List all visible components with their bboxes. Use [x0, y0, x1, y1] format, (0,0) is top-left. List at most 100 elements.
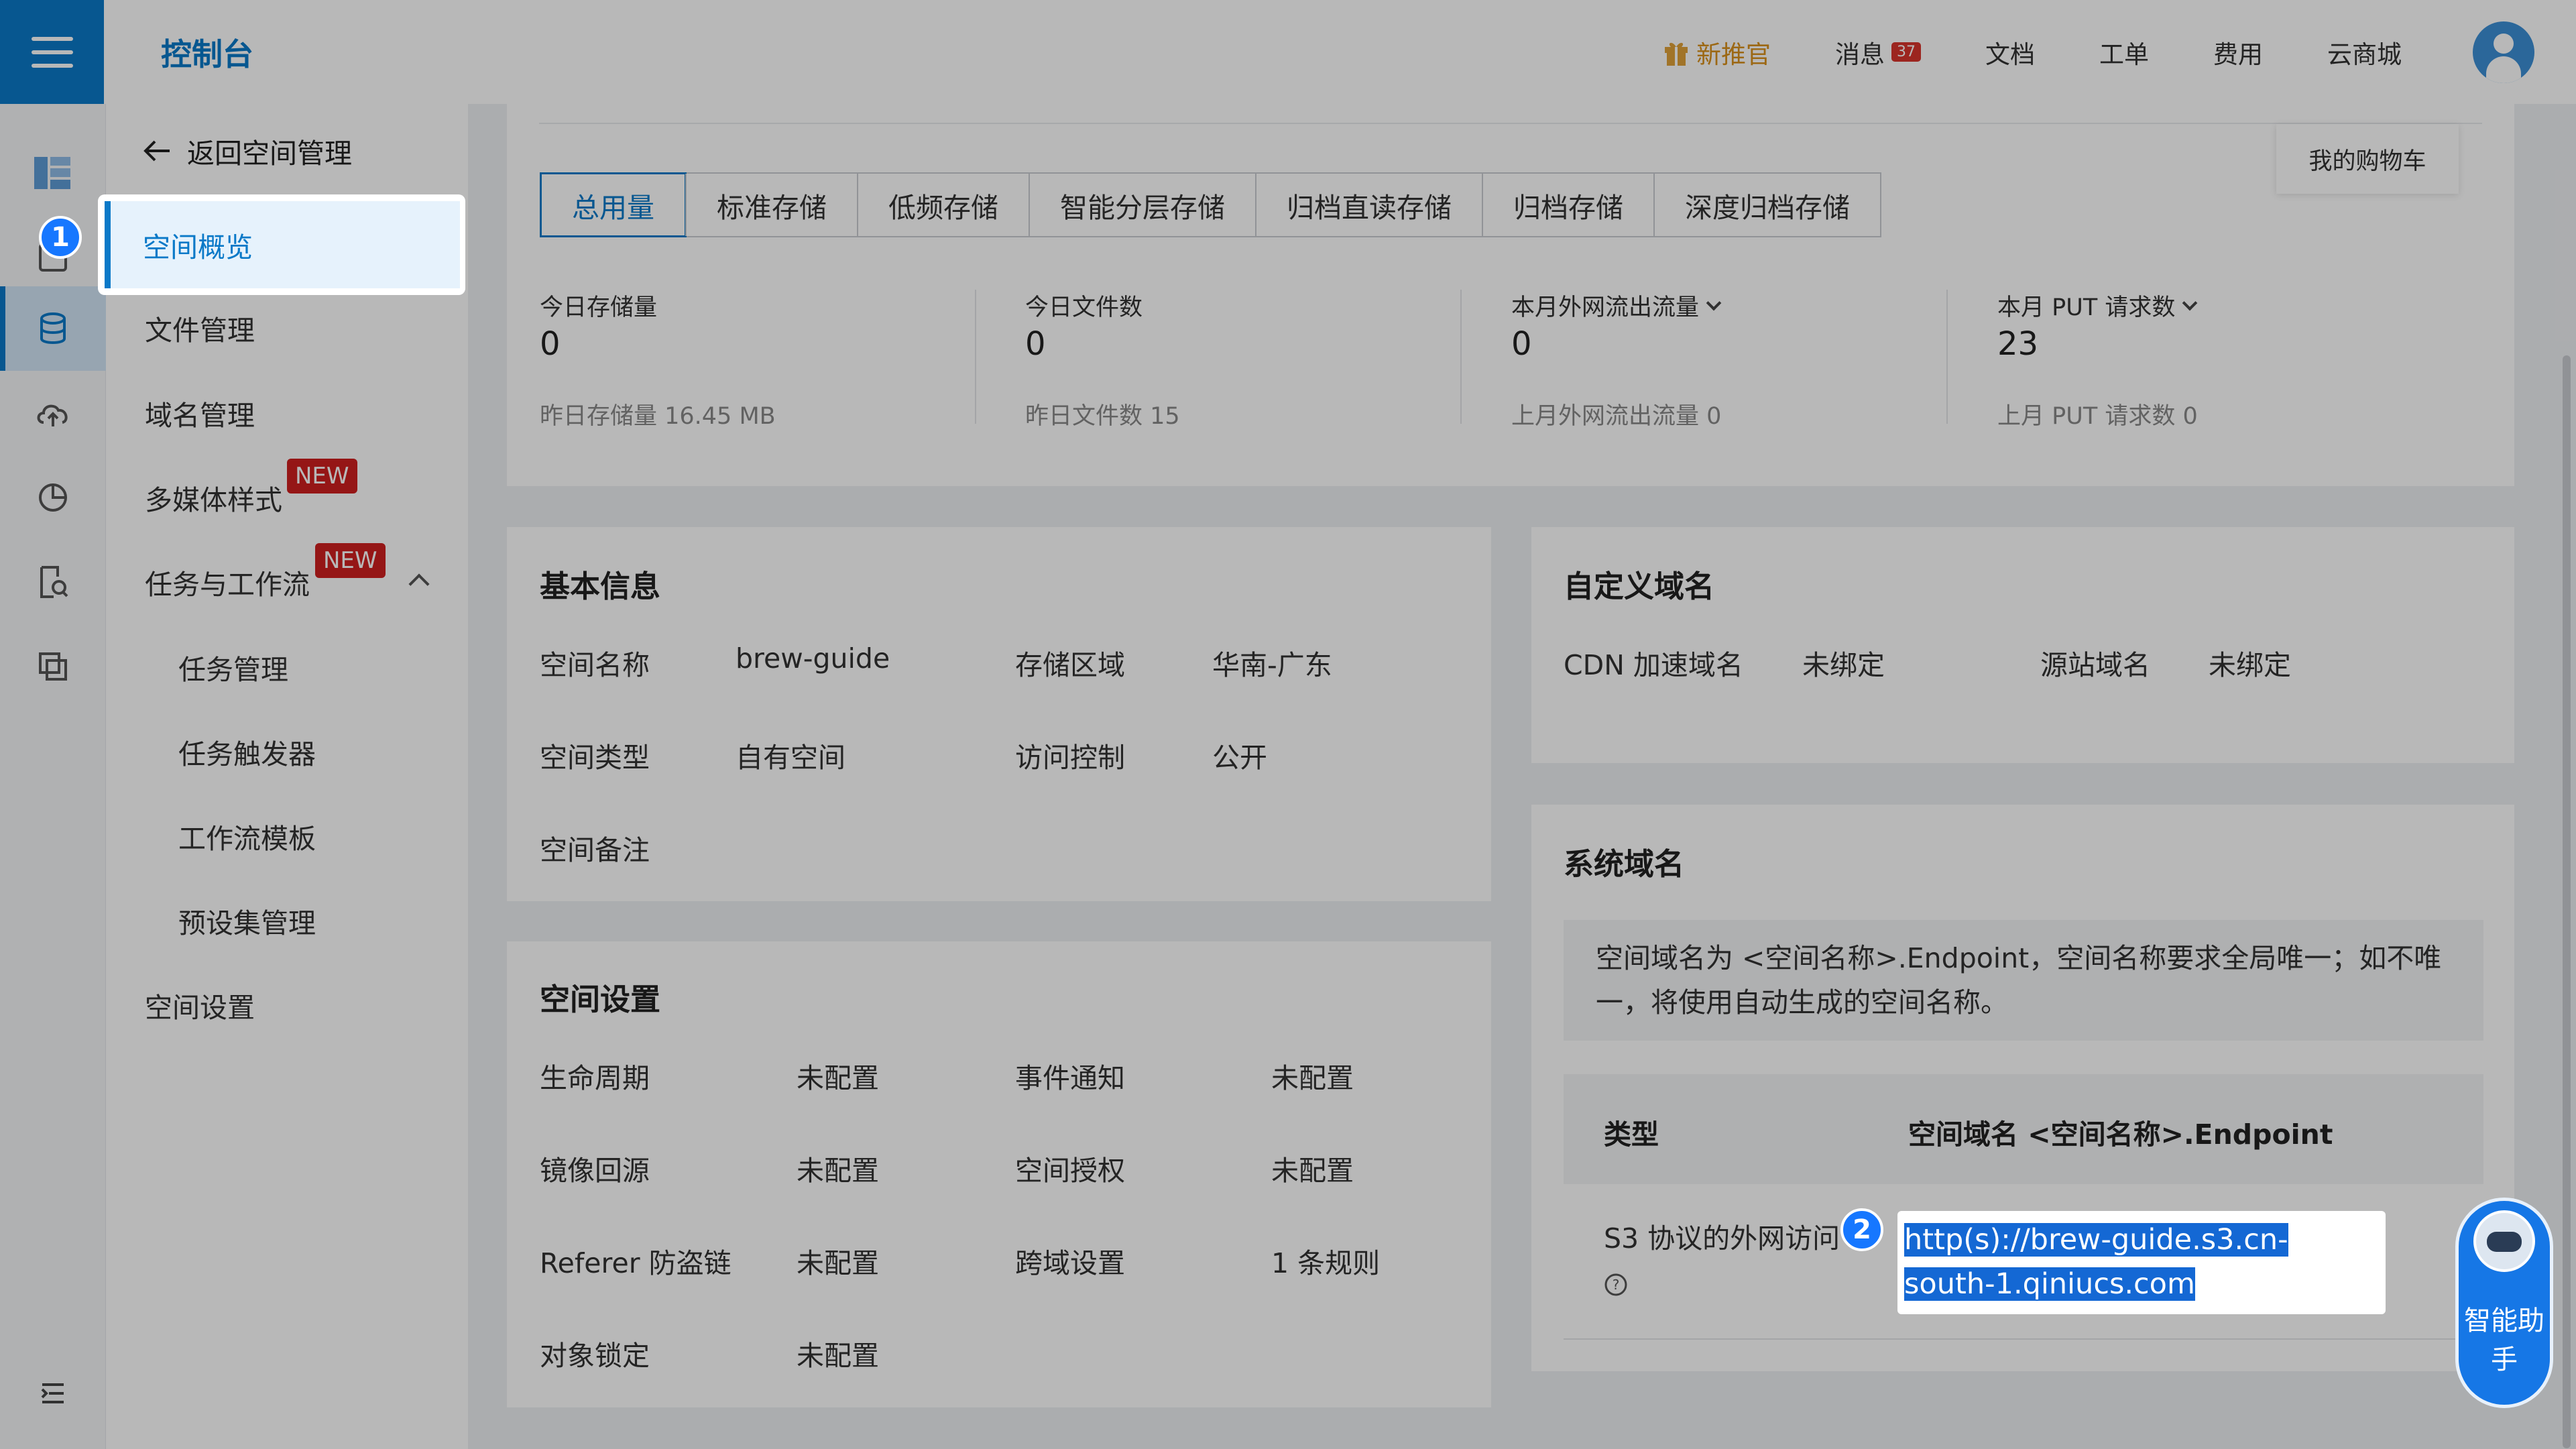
rail-cdn[interactable]: [0, 371, 106, 455]
cors-value[interactable]: 1 条规则: [1271, 1240, 1380, 1281]
bucket-type: 自有空间: [736, 742, 845, 774]
nav-promo-label: 新推官: [1696, 40, 1771, 69]
back-to-buckets[interactable]: 返回空间管理: [143, 131, 352, 171]
sidebar-item-overview[interactable]: 空间概览: [98, 194, 465, 295]
mirror-value[interactable]: 未配置: [797, 1148, 879, 1188]
divider: [1564, 1338, 2483, 1340]
vertical-scrollbar[interactable]: [2563, 355, 2571, 1448]
chevron-up-icon: [408, 573, 430, 595]
new-tag: NEW: [315, 543, 386, 578]
rail-files[interactable]: [0, 540, 106, 624]
field-label: 源站域名: [2040, 649, 2150, 681]
stat-value: 0: [1025, 325, 1046, 363]
dashboard-icon: [34, 157, 70, 189]
field-label: 生命周期: [540, 1062, 650, 1094]
sidebar-item-domains[interactable]: 域名管理: [106, 378, 468, 448]
tab-archive[interactable]: 归档存储: [1482, 174, 1653, 236]
back-label: 返回空间管理: [187, 137, 352, 170]
sidebar-item-files[interactable]: 文件管理: [106, 293, 468, 363]
nav-mall[interactable]: 云商城: [2327, 34, 2402, 70]
stat-sub: 上月外网流出流量 0: [1511, 403, 1722, 430]
stat-value: 0: [1511, 325, 1532, 363]
cdn-domain-value: 未绑定: [1802, 649, 1885, 681]
rail-stats[interactable]: [0, 455, 106, 540]
lock-value[interactable]: 未配置: [797, 1333, 879, 1373]
sidebar-item-task-manage[interactable]: 任务管理: [106, 632, 468, 702]
stat-label-dropdown[interactable]: 本月 PUT 请求数: [1997, 288, 2198, 323]
chevron-down-icon: [1706, 295, 1722, 310]
stat-label-dropdown[interactable]: 本月外网流出流量: [1511, 288, 1722, 323]
svg-text:?: ?: [1613, 1277, 1620, 1293]
stat-value: 0: [540, 325, 561, 363]
sidebar-item-bucket-settings[interactable]: 空间设置: [106, 970, 468, 1040]
rail-collapse[interactable]: [0, 1351, 106, 1436]
gift-icon: [1665, 42, 1688, 66]
rail-dashboard[interactable]: [0, 131, 106, 215]
usage-card: [507, 104, 2514, 486]
console-title[interactable]: 控制台: [161, 30, 253, 74]
sidebar-item-workflow-templates[interactable]: 工作流模板: [106, 801, 468, 871]
event-value[interactable]: 未配置: [1271, 1055, 1354, 1096]
nav-promo[interactable]: 新推官: [1663, 34, 1771, 70]
space-settings-card: 空间设置 生命周期 未配置 事件通知 未配置 镜像回源 未配置 空间授权 未配置…: [507, 941, 1491, 1407]
tab-standard[interactable]: 标准存储: [685, 174, 857, 236]
auth-value[interactable]: 未配置: [1271, 1148, 1354, 1188]
field-label: 事件通知: [1015, 1062, 1125, 1094]
basic-info-card: 基本信息 空间名称 brew-guide 存储区域 华南-广东 空间类型 自有空…: [507, 527, 1491, 901]
top-nav: 新推官 消息 37 文档 工单 费用 云商城: [1663, 0, 2402, 104]
highlighted-domain[interactable]: http(s)://brew-guide.s3.cn-south-1.qiniu…: [1897, 1211, 2386, 1314]
stat-sub: 昨日存储量 16.45 MB: [540, 403, 776, 430]
user-avatar[interactable]: [2473, 21, 2534, 83]
rail-storage[interactable]: [0, 286, 106, 371]
stat-value: 23: [1997, 325, 2039, 363]
s3-domain-url-text: http(s)://brew-guide.s3.cn-south-1.qiniu…: [1904, 1223, 2288, 1301]
sidebar-item-media-styles[interactable]: 多媒体样式 NEW: [106, 459, 468, 532]
divider: [1946, 290, 1948, 424]
nav-docs[interactable]: 文档: [1985, 34, 2035, 70]
smart-assistant-button[interactable]: 智能助手: [2455, 1198, 2553, 1408]
tab-total[interactable]: 总用量: [540, 172, 687, 237]
tab-infrequent[interactable]: 低频存储: [857, 174, 1029, 236]
sidebar-item-tasks-workflows[interactable]: 任务与工作流 NEW: [106, 543, 468, 617]
assistant-label: 智能助手: [2464, 1306, 2544, 1375]
sidebar-item-media-styles-label: 多媒体样式: [145, 484, 282, 516]
arrow-left-icon: [143, 140, 170, 162]
field-label: 空间备注: [540, 834, 650, 866]
sidebar-item-presets[interactable]: 预设集管理: [106, 886, 468, 955]
custom-domain-card: 自定义域名 CDN 加速域名 未绑定 源站域名 未绑定: [1531, 527, 2514, 763]
card-title: 自定义域名: [1564, 569, 1715, 604]
domain-table-header: 类型 空间域名 <空间名称>.Endpoint: [1564, 1074, 2483, 1184]
nav-messages[interactable]: 消息 37: [1835, 34, 1921, 70]
tab-archive-ir[interactable]: 归档直读存储: [1255, 174, 1482, 236]
s3-domain-url[interactable]: http(s)://brew-guide.s3.cn-south-1.qiniu…: [1904, 1218, 2379, 1306]
step-1-marker: 1: [39, 216, 82, 259]
pie-chart-icon: [39, 483, 67, 512]
field-label: Referer 防盗链: [540, 1247, 731, 1279]
referer-value[interactable]: 未配置: [797, 1240, 879, 1281]
column-header-domain: 空间域名 <空间名称>.Endpoint: [1908, 1118, 2333, 1151]
stat-label-text: 本月外网流出流量: [1511, 294, 1700, 321]
tab-intelligent[interactable]: 智能分层存储: [1029, 174, 1255, 236]
rail-copy[interactable]: [0, 624, 106, 709]
divider: [1460, 290, 1462, 424]
hamburger-menu-icon[interactable]: [0, 0, 104, 104]
cloud-upload-icon: [37, 404, 68, 426]
card-title: 空间设置: [540, 982, 661, 1017]
icon-rail: [0, 104, 106, 1449]
column-header-type: 类型: [1604, 1118, 1659, 1151]
nav-tickets[interactable]: 工单: [2099, 34, 2149, 70]
sidebar-item-task-triggers[interactable]: 任务触发器: [106, 717, 468, 787]
bucket-region: 华南-广东: [1212, 649, 1332, 681]
lifecycle-value[interactable]: 未配置: [797, 1055, 879, 1096]
shopping-cart-button[interactable]: 我的购物车: [2276, 124, 2459, 194]
bucket-access: 公开: [1212, 742, 1267, 774]
new-tag: NEW: [287, 459, 357, 494]
field-label: 存储区域: [1015, 649, 1125, 681]
nav-billing[interactable]: 费用: [2213, 34, 2263, 70]
tab-deep-archive[interactable]: 深度归档存储: [1653, 174, 1880, 236]
field-label: 空间名称: [540, 649, 650, 681]
help-circle-icon[interactable]: ?: [1604, 1273, 1628, 1297]
field-label: 访问控制: [1015, 742, 1125, 774]
side-nav: 返回空间管理 空间概览 文件管理 域名管理 多媒体样式 NEW 任务与工作流 N…: [98, 104, 468, 1449]
collapse-menu-icon: [41, 1383, 64, 1403]
